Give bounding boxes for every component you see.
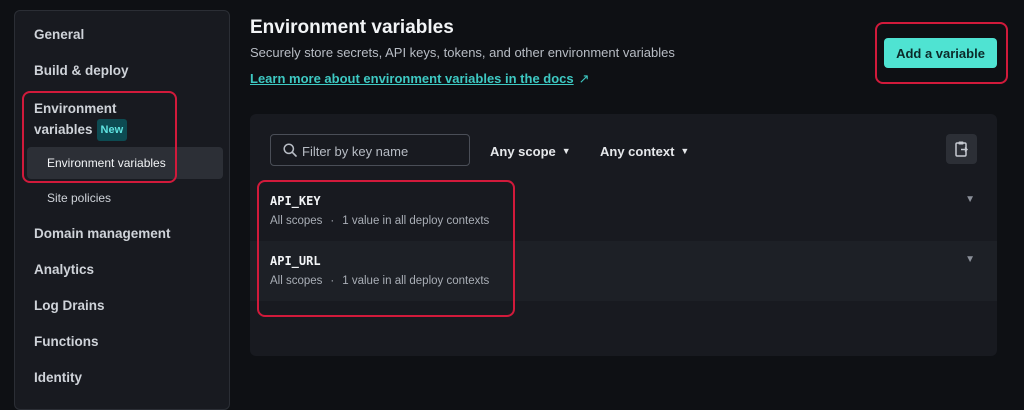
chevron-down-icon[interactable]: ▼ bbox=[965, 254, 975, 265]
sidebar-subitem-site-policies[interactable]: Site policies bbox=[47, 191, 111, 205]
context-dropdown[interactable]: Any context ▼ bbox=[600, 144, 689, 159]
context-dropdown-label: Any context bbox=[600, 144, 675, 159]
filter-input[interactable] bbox=[300, 135, 469, 167]
variable-row[interactable]: API_KEY All scopes · 1 value in all deploy… bbox=[250, 181, 997, 241]
sidebar-item-environment-variables[interactable]: Environment variables New bbox=[34, 99, 128, 141]
sidebar-item-label: Environment bbox=[34, 101, 117, 116]
docs-link-label: Learn more about environment variables i… bbox=[250, 71, 574, 86]
variable-scopes: All scopes bbox=[270, 215, 323, 227]
scope-dropdown-label: Any scope bbox=[490, 144, 556, 159]
variable-scopes: All scopes bbox=[270, 275, 323, 287]
clipboard-icon bbox=[955, 141, 968, 157]
add-variable-button[interactable]: Add a variable bbox=[884, 38, 997, 68]
variable-key: API_KEY bbox=[270, 194, 321, 208]
sidebar-item-domain-management[interactable]: Domain management bbox=[34, 226, 171, 241]
variable-contexts: 1 value in all deploy contexts bbox=[342, 215, 490, 227]
separator: · bbox=[330, 275, 335, 287]
separator: · bbox=[330, 215, 335, 227]
page-subtitle: Securely store secrets, API keys, tokens… bbox=[250, 45, 675, 60]
docs-link[interactable]: Learn more about environment variables i… bbox=[250, 71, 590, 87]
sidebar-subitem-environment-variables[interactable]: Environment variables bbox=[47, 156, 166, 170]
page-title: Environment variables bbox=[250, 17, 454, 38]
copy-variables-button[interactable] bbox=[946, 134, 977, 164]
sidebar-item-identity[interactable]: Identity bbox=[34, 370, 82, 385]
sidebar-item-functions[interactable]: Functions bbox=[34, 334, 99, 349]
filter-field[interactable] bbox=[270, 134, 470, 167]
external-link-icon: ↗ bbox=[578, 71, 590, 86]
variable-row[interactable]: API_URL All scopes · 1 value in all deploy… bbox=[250, 241, 997, 301]
chevron-down-icon: ▼ bbox=[561, 146, 571, 156]
variable-meta: All scopes · 1 value in all deploy context… bbox=[270, 215, 489, 227]
sidebar-item-general[interactable]: General bbox=[34, 27, 84, 42]
new-badge: New bbox=[96, 119, 128, 141]
scope-dropdown[interactable]: Any scope ▼ bbox=[490, 144, 571, 159]
chevron-down-icon[interactable]: ▼ bbox=[965, 194, 975, 205]
sidebar-item-build-deploy[interactable]: Build & deploy bbox=[34, 63, 129, 78]
variable-contexts: 1 value in all deploy contexts bbox=[342, 275, 490, 287]
sidebar: General Build & deploy Environment varia… bbox=[14, 10, 230, 410]
variable-meta: All scopes · 1 value in all deploy context… bbox=[270, 275, 489, 287]
sidebar-item-log-drains[interactable]: Log Drains bbox=[34, 298, 105, 313]
search-icon bbox=[283, 143, 297, 157]
chevron-down-icon: ▼ bbox=[680, 146, 690, 156]
variable-key: API_URL bbox=[270, 254, 321, 268]
sidebar-item-analytics[interactable]: Analytics bbox=[34, 262, 94, 277]
sidebar-item-label: variables bbox=[34, 122, 93, 137]
